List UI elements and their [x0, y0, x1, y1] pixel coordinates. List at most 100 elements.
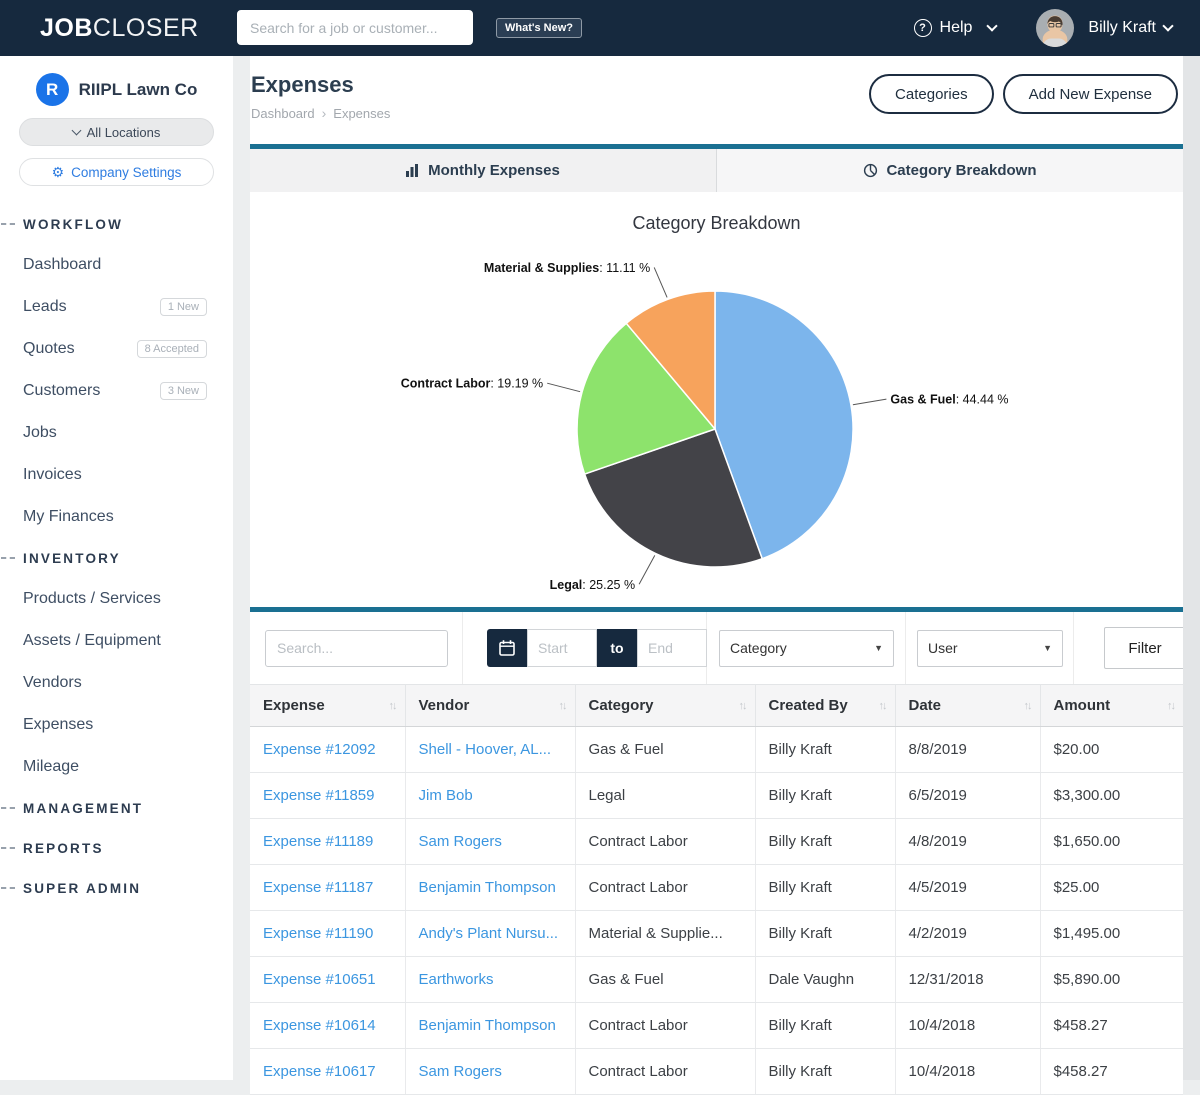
- column-header-date[interactable]: Date↑↓: [895, 685, 1040, 727]
- expense-list-panel: to Category ▼ User ▼ Filter: [250, 607, 1183, 1095]
- vendor-link[interactable]: Sam Rogers: [419, 1063, 502, 1080]
- vendor-link[interactable]: Benjamin Thompson: [419, 1017, 556, 1034]
- user-avatar[interactable]: [1036, 9, 1074, 47]
- global-search-input[interactable]: [237, 10, 473, 45]
- vendor-link[interactable]: Benjamin Thompson: [419, 879, 556, 896]
- calendar-button[interactable]: [487, 629, 527, 667]
- sort-icon[interactable]: ↑↓: [1024, 700, 1031, 712]
- column-header-category[interactable]: Category↑↓: [575, 685, 755, 727]
- sidebar-item-vendors[interactable]: Vendors: [0, 662, 233, 704]
- chevron-down-icon: [71, 125, 81, 135]
- expense-link[interactable]: Expense #12092: [263, 741, 376, 758]
- sidebar-section-reports[interactable]: REPORTS: [0, 828, 233, 868]
- expense-link: Expense #10617: [250, 1049, 405, 1095]
- expense-link[interactable]: Expense #10617: [263, 1063, 376, 1080]
- expense-link[interactable]: Expense #10651: [263, 971, 376, 988]
- sidebar-item-my-finances[interactable]: My Finances: [0, 496, 233, 538]
- categories-button[interactable]: Categories: [869, 74, 994, 114]
- page-header: Expenses Dashboard › Expenses Categories…: [250, 56, 1183, 144]
- category-select[interactable]: Category ▼: [719, 630, 894, 667]
- table-search-input[interactable]: [265, 630, 448, 667]
- sidebar-item-quotes[interactable]: Quotes8 Accepted: [0, 328, 233, 370]
- expense-link[interactable]: Expense #11190: [263, 925, 373, 942]
- header-actions: Categories Add New Expense: [869, 74, 1178, 114]
- section-dash-icon: [1, 557, 15, 559]
- vendor-link[interactable]: Jim Bob: [419, 787, 473, 804]
- sidebar-item-label: Quotes: [23, 340, 75, 358]
- calendar-icon: [498, 639, 516, 657]
- breadcrumb-expenses: Expenses: [333, 106, 390, 121]
- tab-monthly-expenses[interactable]: Monthly Expenses: [250, 149, 717, 192]
- column-header-vendor[interactable]: Vendor↑↓: [405, 685, 575, 727]
- sidebar-section-workflow[interactable]: WORKFLOW: [0, 204, 233, 244]
- add-new-expense-button[interactable]: Add New Expense: [1003, 74, 1178, 114]
- section-dash-icon: [1, 847, 15, 849]
- pie-label-connector: [853, 399, 887, 405]
- column-header-expense[interactable]: Expense↑↓: [250, 685, 405, 727]
- vendor-link[interactable]: Earthworks: [419, 971, 494, 988]
- amount-cell: $5,890.00: [1040, 957, 1183, 1003]
- help-icon: ?: [914, 19, 932, 37]
- sidebar-section-management[interactable]: MANAGEMENT: [0, 788, 233, 828]
- section-label: MANAGEMENT: [23, 801, 143, 816]
- created-by-cell: Billy Kraft: [755, 1049, 895, 1095]
- sidebar-item-leads[interactable]: Leads1 New: [0, 286, 233, 328]
- sidebar-item-expenses[interactable]: Expenses: [0, 704, 233, 746]
- sidebar-section-super-admin[interactable]: SUPER ADMIN: [0, 868, 233, 908]
- vendor-link[interactable]: Sam Rogers: [419, 833, 502, 850]
- user-select-value: User: [928, 640, 958, 656]
- sort-icon[interactable]: ↑↓: [1167, 700, 1174, 712]
- sidebar-section-inventory[interactable]: INVENTORY: [0, 538, 233, 578]
- created-by-cell: Billy Kraft: [755, 865, 895, 911]
- vendor-link[interactable]: Shell - Hoover, AL...: [419, 741, 552, 758]
- tab-category-breakdown[interactable]: Category Breakdown: [717, 149, 1183, 192]
- amount-cell: $458.27: [1040, 1049, 1183, 1095]
- app-logo[interactable]: JOBCLOSER: [40, 14, 199, 43]
- expense-link[interactable]: Expense #10614: [263, 1017, 376, 1034]
- sidebar-item-assets-equipment[interactable]: Assets / Equipment: [0, 620, 233, 662]
- column-header-amount[interactable]: Amount↑↓: [1040, 685, 1183, 727]
- expense-link: Expense #11187: [250, 865, 405, 911]
- page-scrollbar[interactable]: [1183, 56, 1200, 1080]
- vendor-link[interactable]: Andy's Plant Nursu...: [419, 925, 559, 942]
- sidebar-item-products-services[interactable]: Products / Services: [0, 578, 233, 620]
- category-cell: Gas & Fuel: [575, 957, 755, 1003]
- sidebar-item-label: Assets / Equipment: [23, 632, 161, 650]
- expense-link[interactable]: Expense #11189: [263, 833, 373, 850]
- sidebar-item-dashboard[interactable]: Dashboard: [0, 244, 233, 286]
- help-label: Help: [940, 19, 973, 37]
- pie-label-legal: Legal: 25.25 %: [550, 578, 635, 592]
- expense-link: Expense #11859: [250, 773, 405, 819]
- sort-icon[interactable]: ↑↓: [739, 700, 746, 712]
- user-select[interactable]: User ▼: [917, 630, 1063, 667]
- date-start-input[interactable]: [527, 629, 597, 667]
- sidebar-item-jobs[interactable]: Jobs: [0, 412, 233, 454]
- column-header-created-by[interactable]: Created By↑↓: [755, 685, 895, 727]
- expense-link[interactable]: Expense #11859: [263, 787, 374, 804]
- company-switcher[interactable]: R RIIPL Lawn Co: [0, 73, 233, 106]
- sort-icon[interactable]: ↑↓: [559, 700, 566, 712]
- sidebar-item-mileage[interactable]: Mileage: [0, 746, 233, 788]
- sidebar-item-invoices[interactable]: Invoices: [0, 454, 233, 496]
- sidebar-item-customers[interactable]: Customers3 New: [0, 370, 233, 412]
- sort-icon[interactable]: ↑↓: [879, 700, 886, 712]
- sort-icon[interactable]: ↑↓: [389, 700, 396, 712]
- all-locations-dropdown[interactable]: All Locations: [19, 118, 214, 146]
- company-settings-button[interactable]: ⚙ Company Settings: [19, 158, 214, 186]
- expense-link[interactable]: Expense #11187: [263, 879, 373, 896]
- breadcrumb-dashboard[interactable]: Dashboard: [251, 106, 315, 121]
- vendor-link: Benjamin Thompson: [405, 865, 575, 911]
- sidebar-item-label: Expenses: [23, 716, 93, 734]
- sidebar-item-label: Products / Services: [23, 590, 161, 608]
- chevron-down-icon: [1162, 20, 1173, 31]
- help-menu[interactable]: ? Help: [914, 19, 997, 37]
- pie-chart[interactable]: Gas & Fuel: 44.44 %Legal: 25.25 %Contrac…: [250, 192, 1183, 607]
- created-by-cell: Billy Kraft: [755, 819, 895, 865]
- date-end-input[interactable]: [637, 629, 707, 667]
- category-cell: Contract Labor: [575, 819, 755, 865]
- pie-label-connector: [639, 555, 655, 584]
- user-menu[interactable]: Billy Kraft: [1088, 19, 1172, 37]
- filter-button[interactable]: Filter: [1104, 627, 1186, 669]
- category-cell: Material & Supplie...: [575, 911, 755, 957]
- whats-new-button[interactable]: What's New?: [496, 18, 582, 38]
